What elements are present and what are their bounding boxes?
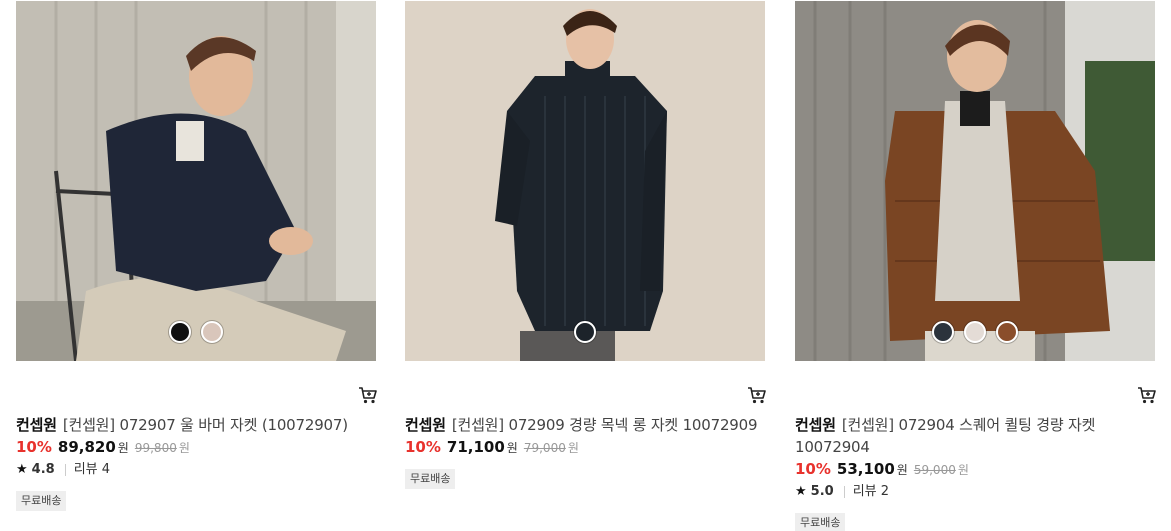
original-price: 59,000 [913,463,956,477]
review-count[interactable]: 리뷰 4 [74,459,110,481]
price-row: 10% 53,100 원 59,000 원 [795,458,1155,481]
star-icon: ★ [16,462,28,477]
color-swatch-ivory[interactable] [964,321,986,343]
color-swatch-black[interactable] [169,321,191,343]
product-card[interactable]: 컨셉원 [컨셉원] 072904 스퀘어 퀼팅 경량 자켓 10072904 10… [795,1,1156,531]
original-currency-unit: 원 [178,441,190,455]
divider [64,464,66,476]
product-grid: 컨셉원 [컨셉원] 072907 울 바머 자켓 (10072907) 10% 89… [0,0,1171,531]
free-shipping-badge: 무료배송 [795,513,846,531]
sale-price: 53,100 [836,460,895,478]
product-photo-illustration [405,1,765,361]
product-title[interactable]: 컨셉원 [컨셉원] 072907 울 바머 자켓 (10072907) [16,414,376,436]
review-count[interactable]: 리뷰 2 [853,481,889,503]
brand-name: 컨셉원 [405,416,446,434]
color-swatch-navy[interactable] [574,321,596,343]
price-row: 10% 71,100 원 79,000 원 [405,436,765,459]
original-currency-unit: 원 [567,441,579,455]
product-photo-illustration [16,1,376,361]
currency-unit: 원 [506,441,518,455]
product-card[interactable]: 컨셉원 [컨셉원] 072909 경량 목넥 롱 자켓 10072909 10% 7… [405,1,766,489]
rating-row: ★ 5.0 리뷰 2 [795,481,1155,503]
product-image[interactable] [405,1,765,361]
product-title[interactable]: 컨셉원 [컨셉원] 072909 경량 목넥 롱 자켓 10072909 [405,414,765,436]
cart-icon[interactable] [358,385,378,405]
brand-name: 컨셉원 [795,416,836,434]
product-image[interactable] [795,1,1155,361]
price-row: 10% 89,820 원 99,800 원 [16,436,376,459]
product-name: [컨셉원] 072907 울 바머 자켓 (10072907) [62,416,348,434]
color-swatches [405,321,765,343]
free-shipping-badge: 무료배송 [16,491,67,511]
sale-price: 71,100 [446,438,505,456]
color-swatch-beige[interactable] [201,321,223,343]
rating-score: 4.8 [31,462,55,477]
cart-icon[interactable] [1137,385,1157,405]
free-shipping-badge: 무료배송 [405,469,456,489]
color-swatch-brown[interactable] [996,321,1018,343]
sale-price: 89,820 [57,438,116,456]
rating-row: ★ 4.8 리뷰 4 [16,459,376,481]
cart-row [795,361,1156,404]
rating-score: 5.0 [810,484,834,499]
star-icon: ★ [795,484,807,499]
original-currency-unit: 원 [957,463,969,477]
original-price: 99,800 [134,441,177,455]
divider [843,486,845,498]
cart-row [16,361,377,404]
discount-rate: 10% [16,438,52,456]
color-swatches [795,321,1155,343]
product-photo-illustration [795,1,1155,361]
color-swatches [16,321,376,343]
product-image[interactable] [16,1,376,361]
product-title[interactable]: 컨셉원 [컨셉원] 072904 스퀘어 퀼팅 경량 자켓 10072904 [795,414,1155,458]
discount-rate: 10% [795,460,831,478]
color-swatch-charcoal[interactable] [932,321,954,343]
currency-unit: 원 [896,463,908,477]
cart-icon[interactable] [747,385,767,405]
product-name: [컨셉원] 072909 경량 목넥 롱 자켓 10072909 [451,416,758,434]
brand-name: 컨셉원 [16,416,57,434]
cart-row [405,361,766,404]
original-price: 79,000 [523,441,566,455]
product-name: [컨셉원] 072904 스퀘어 퀼팅 경량 자켓 10072904 [795,416,1096,456]
discount-rate: 10% [405,438,441,456]
currency-unit: 원 [117,441,129,455]
product-card[interactable]: 컨셉원 [컨셉원] 072907 울 바머 자켓 (10072907) 10% 89… [16,1,377,511]
